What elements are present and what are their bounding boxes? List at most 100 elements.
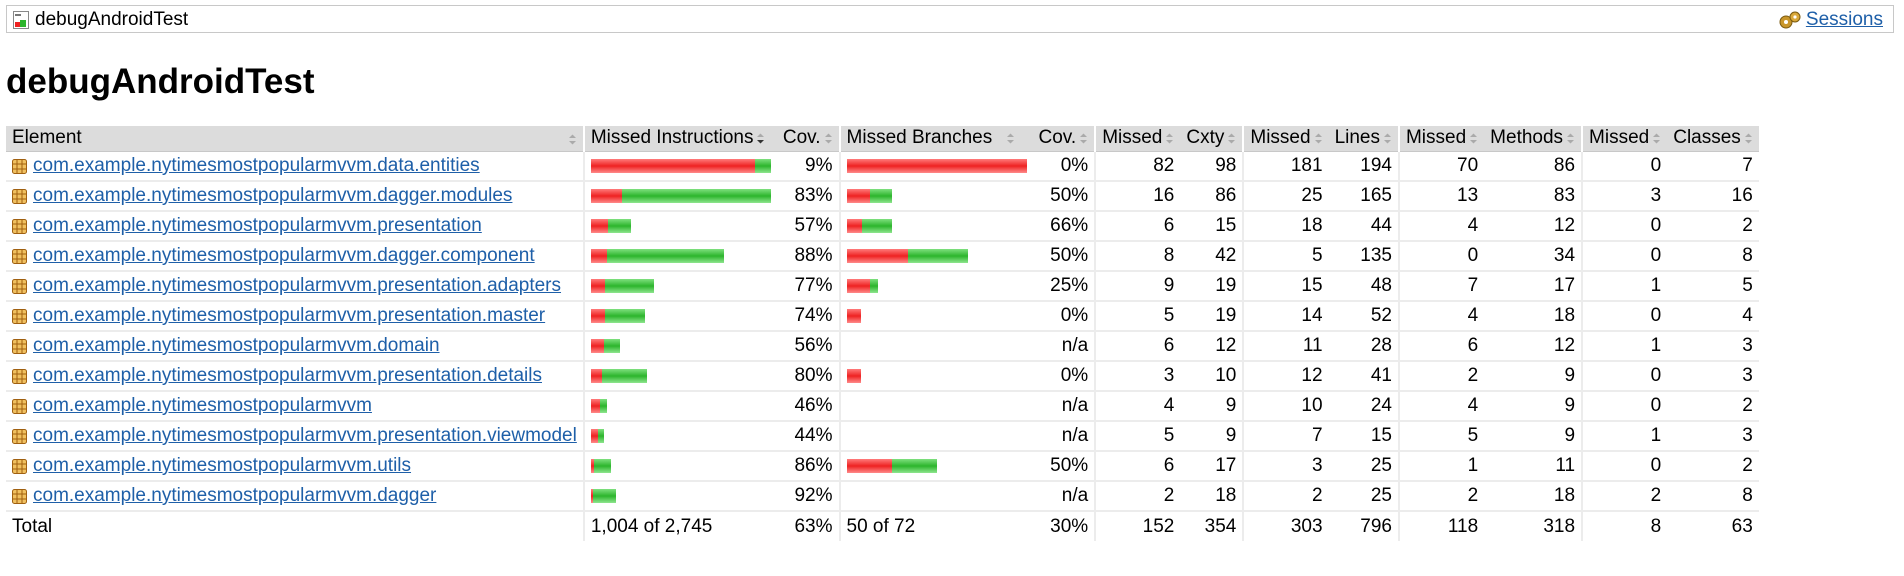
package-icon — [12, 308, 27, 325]
table-row: com.example.nytimesmostpopularmvvm.prese… — [6, 211, 1759, 242]
classes-cell: 16 — [1667, 181, 1759, 212]
col-cxty-label: Cxty — [1186, 127, 1225, 149]
col-missed-branches-label: Missed Branches — [846, 127, 993, 149]
covered-segment — [607, 218, 631, 233]
missed-segment — [590, 338, 604, 353]
cxty-cell: 9 — [1180, 391, 1244, 422]
col-missed-branches[interactable]: Missed Branches — [838, 126, 1033, 152]
package-icon — [12, 248, 27, 265]
package-link[interactable]: com.example.nytimesmostpopularmvvm.data.… — [33, 155, 480, 176]
package-link[interactable]: com.example.nytimesmostpopularmvvm.dagge… — [33, 185, 512, 206]
instructions-cov: 9% — [776, 151, 840, 182]
sessions-link-wrap[interactable]: Sessions — [1778, 10, 1883, 30]
table-row: com.example.nytimesmostpopularmvvm 46% n/a… — [6, 391, 1759, 422]
cxty-cell: 9 — [1180, 421, 1244, 452]
sort-icon — [1744, 133, 1753, 144]
covered-segment — [621, 188, 771, 203]
cxty-cell: 17 — [1180, 451, 1244, 482]
table-row: com.example.nytimesmostpopularmvvm.prese… — [6, 271, 1759, 302]
missed-classes-cell: 0 — [1581, 211, 1668, 242]
instructions-coverage-bar — [590, 338, 620, 353]
package-cell: com.example.nytimesmostpopularmvvm.dagge… — [6, 181, 584, 212]
sort-icon — [1383, 133, 1392, 144]
branches-coverage-bar — [846, 458, 937, 473]
missed-lines-cell: 14 — [1242, 301, 1329, 332]
instructions-bar-cell — [582, 451, 777, 482]
missed-segment — [846, 278, 870, 293]
col-cov-label: Cov. — [782, 127, 821, 149]
col-missed-methods[interactable]: Missed — [1397, 126, 1485, 152]
package-link[interactable]: com.example.nytimesmostpopularmvvm.prese… — [33, 305, 545, 326]
col-methods[interactable]: Methods — [1484, 126, 1583, 152]
table-row: com.example.nytimesmostpopularmvvm.utils… — [6, 451, 1759, 482]
branches-cov: 50% — [1032, 451, 1096, 482]
package-icon — [12, 188, 27, 205]
total-missed-lines: 303 — [1242, 511, 1329, 541]
branches-cov: n/a — [1032, 481, 1096, 512]
methods-cell: 18 — [1484, 301, 1583, 332]
covered-segment — [604, 308, 645, 323]
package-link[interactable]: com.example.nytimesmostpopularmvvm.prese… — [33, 425, 577, 446]
col-lines[interactable]: Lines — [1328, 126, 1399, 152]
missed-classes-cell: 2 — [1581, 481, 1668, 512]
package-link[interactable]: com.example.nytimesmostpopularmvvm.dagge… — [33, 245, 535, 266]
package-link[interactable]: com.example.nytimesmostpopularmvvm.dagge… — [33, 485, 436, 506]
missed-lines-cell: 25 — [1242, 181, 1329, 212]
package-link[interactable]: com.example.nytimesmostpopularmvvm.prese… — [33, 215, 482, 236]
sessions-link[interactable]: Sessions — [1806, 10, 1883, 30]
missed-classes-cell: 0 — [1581, 451, 1668, 482]
missed-classes-cell: 0 — [1581, 151, 1668, 182]
package-link[interactable]: com.example.nytimesmostpopularmvvm — [33, 395, 372, 416]
package-link[interactable]: com.example.nytimesmostpopularmvvm.utils — [33, 455, 411, 476]
covered-segment — [597, 428, 604, 443]
report-name: debugAndroidTest — [35, 9, 189, 30]
covered-segment — [869, 278, 878, 293]
cxty-cell: 19 — [1180, 271, 1244, 302]
classes-cell: 5 — [1667, 271, 1759, 302]
package-icon — [12, 278, 27, 295]
missed-segment — [590, 158, 755, 173]
missed-cxty-cell: 6 — [1094, 211, 1181, 242]
col-missed-instructions[interactable]: Missed Instructions — [582, 126, 777, 152]
total-methods: 318 — [1543, 515, 1576, 537]
col-cxty[interactable]: Cxty — [1180, 126, 1244, 152]
total-cxty: 354 — [1204, 515, 1237, 537]
missed-methods-cell: 2 — [1397, 481, 1485, 512]
col-missed-classes[interactable]: Missed — [1581, 126, 1668, 152]
package-link[interactable]: com.example.nytimesmostpopularmvvm.prese… — [33, 275, 561, 296]
table-row: com.example.nytimesmostpopularmvvm.domai… — [6, 331, 1759, 362]
table-row: com.example.nytimesmostpopularmvvm.prese… — [6, 301, 1759, 332]
instructions-bar-cell — [582, 271, 777, 302]
package-cell: com.example.nytimesmostpopularmvvm.domai… — [6, 331, 584, 362]
missed-classes-cell: 0 — [1581, 301, 1668, 332]
table-row: com.example.nytimesmostpopularmvvm.dagge… — [6, 241, 1759, 272]
lines-cell: 165 — [1328, 181, 1399, 212]
page-title: debugAndroidTest — [6, 62, 315, 101]
missed-cxty-cell: 2 — [1094, 481, 1181, 512]
methods-cell: 18 — [1484, 481, 1583, 512]
col-classes[interactable]: Classes — [1667, 126, 1759, 152]
col-element[interactable]: Element — [6, 126, 584, 152]
instructions-cov: 92% — [776, 481, 840, 512]
sort-icon — [568, 134, 577, 145]
missed-methods-cell: 7 — [1397, 271, 1485, 302]
branches-cov: n/a — [1032, 391, 1096, 422]
package-icon — [12, 428, 27, 445]
branches-bar-cell — [838, 181, 1033, 212]
col-cov-instructions[interactable]: Cov. — [776, 126, 840, 152]
instructions-cov: 56% — [776, 331, 840, 362]
missed-segment — [846, 458, 892, 473]
package-link[interactable]: com.example.nytimesmostpopularmvvm.prese… — [33, 365, 542, 386]
package-link[interactable]: com.example.nytimesmostpopularmvvm.domai… — [33, 335, 440, 356]
instructions-coverage-bar — [590, 248, 724, 263]
covered-segment — [869, 188, 892, 203]
lines-cell: 48 — [1328, 271, 1399, 302]
instructions-cov: 80% — [776, 361, 840, 392]
missed-lines-cell: 2 — [1242, 481, 1329, 512]
cxty-cell: 18 — [1180, 481, 1244, 512]
branches-bar-cell — [838, 241, 1033, 272]
branches-coverage-bar — [846, 188, 892, 203]
col-missed-cxty[interactable]: Missed — [1094, 126, 1181, 152]
col-cov-branches[interactable]: Cov. — [1032, 126, 1096, 152]
col-missed-lines[interactable]: Missed — [1242, 126, 1329, 152]
